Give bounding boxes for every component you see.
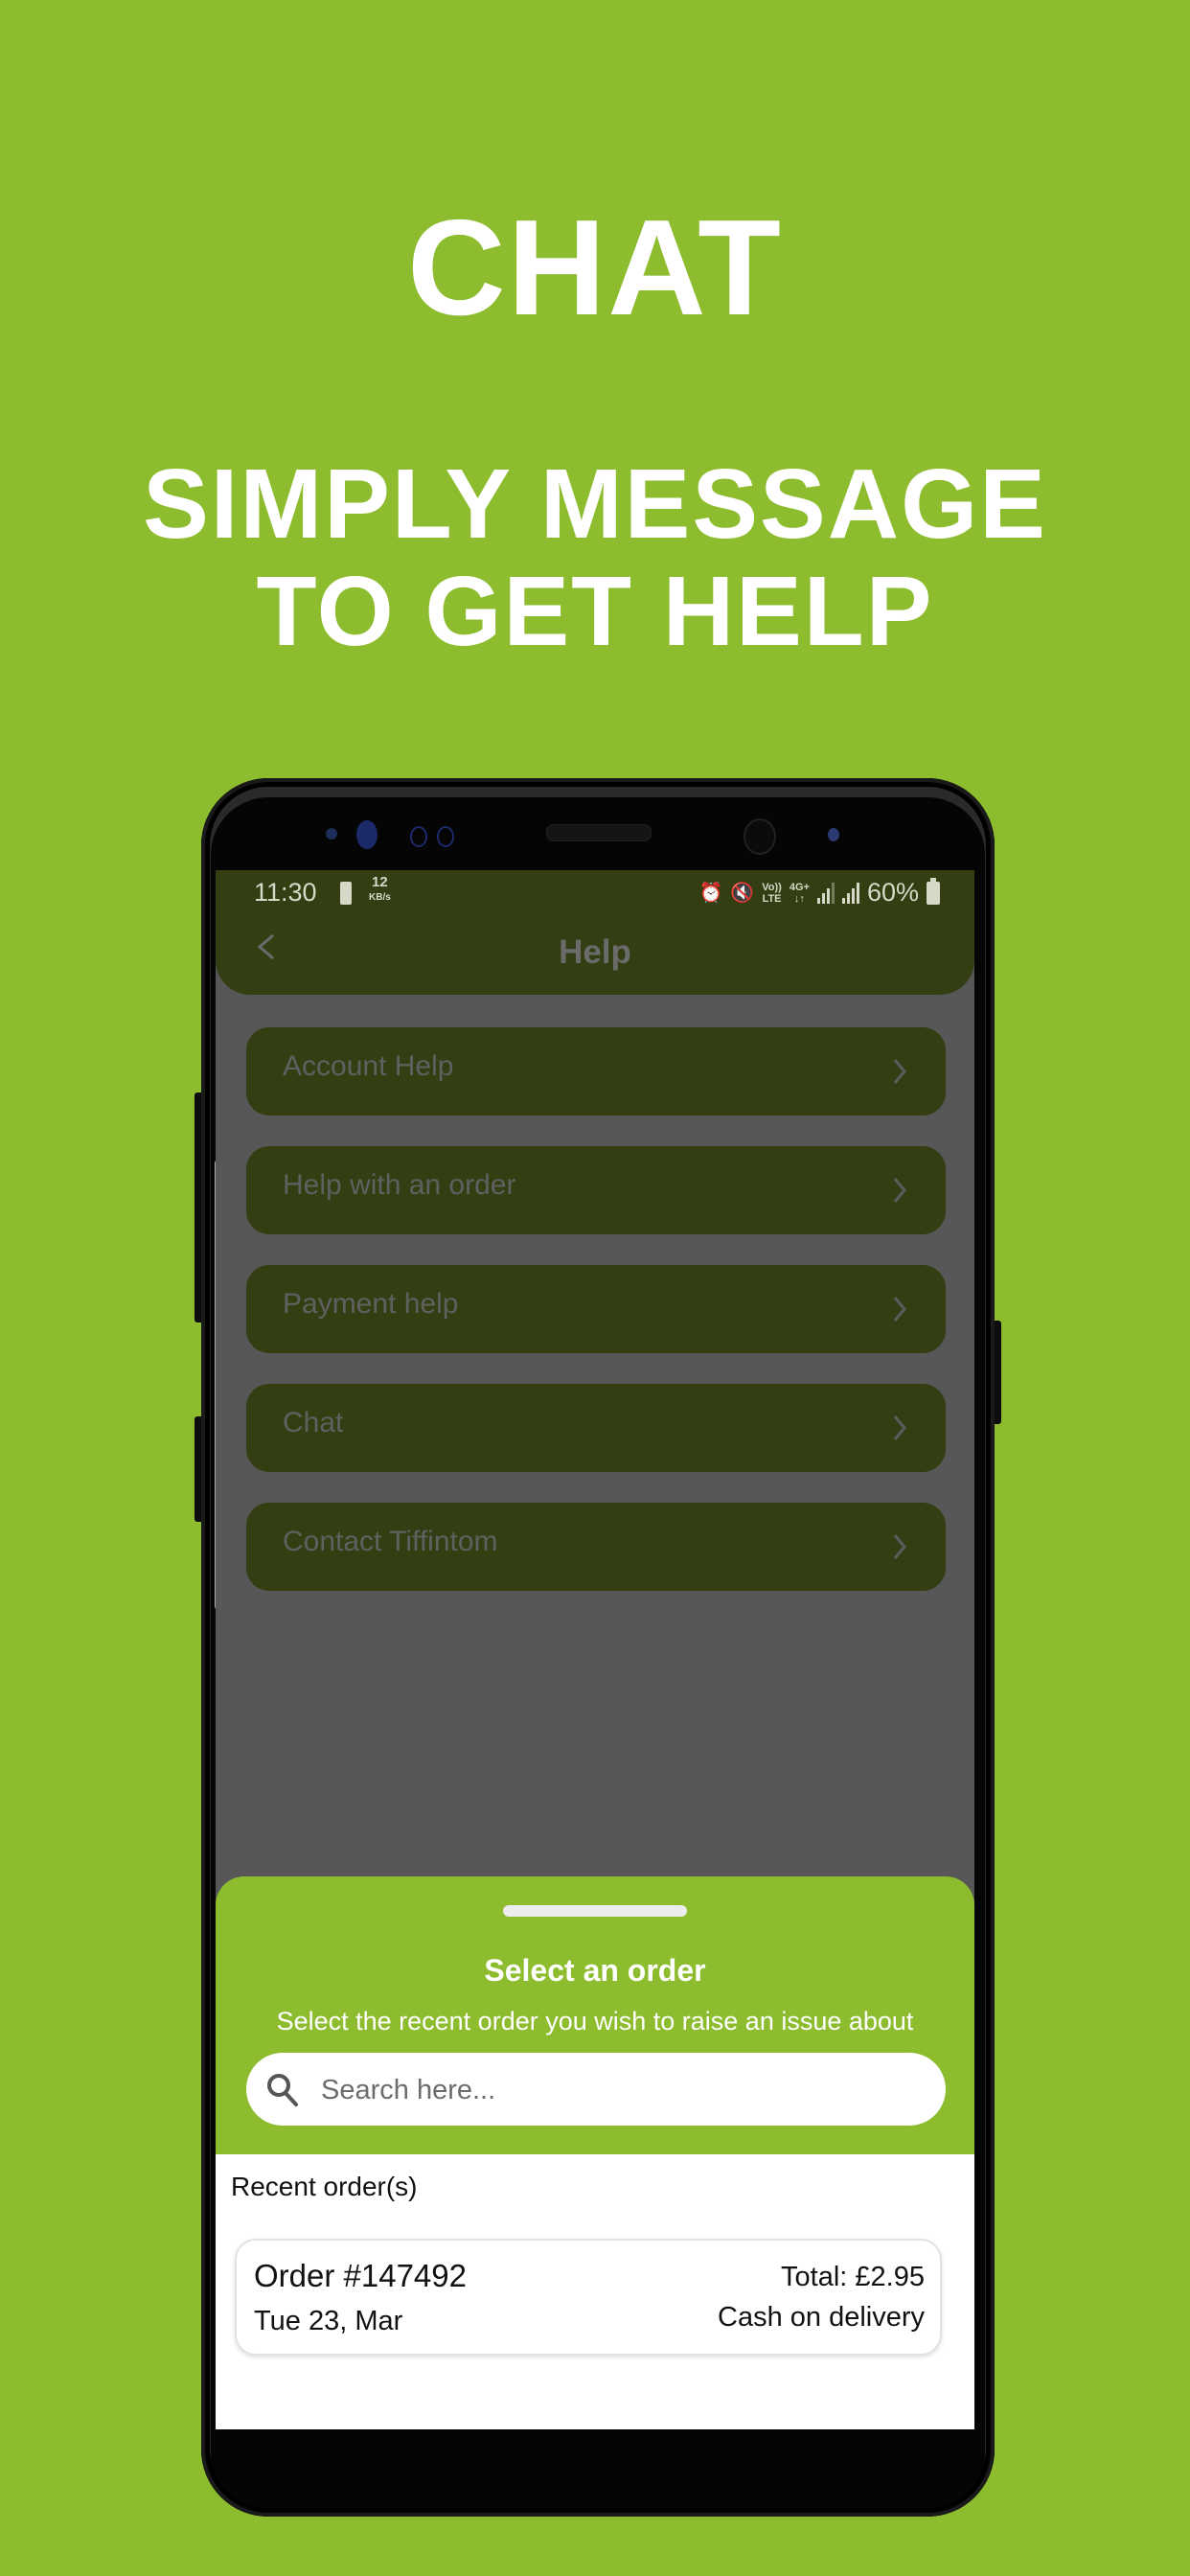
menu-item-label: Payment help (283, 1288, 459, 1320)
sensor-ring-icon (410, 826, 427, 847)
menu-item-label: Contact Tiffintom (283, 1526, 498, 1557)
promo-title: CHAT (407, 192, 783, 344)
net-speed-unit: KB/s (369, 892, 391, 903)
volte-label-top: Vo)) (762, 881, 782, 893)
sheet-title: Select an order (484, 1953, 706, 1988)
menu-item-label: Account Help (283, 1050, 454, 1082)
4g-icon: 4G+ ↓↑ (790, 882, 810, 905)
battery-icon (927, 877, 940, 905)
sheet-subtitle: Select the recent order you wish to rais… (276, 2007, 914, 2036)
order-id: Order #147492 (254, 2258, 467, 2293)
signal-icon (816, 882, 835, 904)
search-input[interactable] (319, 2064, 917, 2116)
status-bar: 11:30 12 KB/s ⏰ 🔇 Vo)) LTE 4G+ ↓↑ 60% (216, 870, 974, 918)
chevron-right-icon (893, 1534, 906, 1559)
network-label-top: 4G+ (789, 881, 810, 893)
search-field[interactable] (246, 2053, 946, 2126)
order-card[interactable]: Order #147492 Tue 23, Mar Total: £2.95 C… (235, 2239, 942, 2356)
menu-item-account-help[interactable]: Account Help (246, 1027, 946, 1116)
order-payment-method: Cash on delivery (718, 2302, 925, 2333)
promo-subtitle-line-2: TO GET HELP (256, 556, 934, 666)
search-icon (267, 2074, 298, 2106)
mute-vibrate-icon: 🔇 (730, 883, 755, 904)
promo-subtitle-line-1: SIMPLY MESSAGE (143, 448, 1047, 559)
volte-icon: Vo)) LTE (762, 882, 782, 905)
menu-item-label: Chat (283, 1407, 344, 1438)
help-menu: Account Help Help with an order Payment … (246, 1027, 946, 1622)
app-bar: 11:30 12 KB/s ⏰ 🔇 Vo)) LTE 4G+ ↓↑ 60% He… (216, 870, 974, 995)
recent-orders-label: Recent order(s) (231, 2172, 418, 2201)
status-time: 11:30 (254, 878, 317, 907)
order-total: Total: £2.95 (781, 2262, 925, 2292)
volte-label-bottom: LTE (762, 892, 782, 905)
signal-icon (841, 882, 859, 904)
sheet-body: Recent order(s) Order #147492 Tue 23, Ma… (216, 2154, 974, 2429)
phone-sensors (201, 778, 995, 870)
chevron-right-icon (893, 1178, 906, 1203)
promo-subtitle: SIMPLY MESSAGE TO GET HELP (0, 450, 1190, 665)
menu-item-help-with-order[interactable]: Help with an order (246, 1146, 946, 1234)
menu-item-chat[interactable]: Chat (246, 1384, 946, 1472)
menu-item-payment-help[interactable]: Payment help (246, 1265, 946, 1353)
battery-percent: 60% (866, 878, 919, 907)
front-camera-icon (744, 818, 776, 855)
sensor-ring-icon (437, 826, 454, 847)
chevron-right-icon (893, 1297, 906, 1322)
sheet-header: Select an order Select the recent order … (216, 1876, 974, 2154)
net-speed-value: 12 (372, 874, 388, 890)
phone-screen: 11:30 12 KB/s ⏰ 🔇 Vo)) LTE 4G+ ↓↑ 60% He… (216, 870, 974, 2429)
status-icons: ⏰ 🔇 Vo)) LTE 4G+ ↓↑ 60% (698, 877, 940, 908)
menu-item-contact[interactable]: Contact Tiffintom (246, 1503, 946, 1591)
select-order-sheet: Select an order Select the recent order … (216, 1876, 974, 2429)
order-date: Tue 23, Mar (254, 2306, 403, 2336)
chevron-right-icon (893, 1059, 906, 1084)
sheet-drag-handle[interactable] (503, 1905, 687, 1917)
net-speed: 12 KB/s (369, 875, 391, 906)
chevron-right-icon (893, 1415, 906, 1440)
menu-item-label: Help with an order (283, 1169, 516, 1201)
page-title: Help (559, 933, 631, 971)
alarm-icon: ⏰ (698, 883, 723, 904)
earpiece-speaker (546, 824, 652, 841)
iris-sensor-icon (356, 820, 378, 849)
iris-camera-icon (828, 828, 839, 841)
proximity-sensor-icon (326, 828, 337, 840)
network-label-bottom: ↓↑ (793, 892, 805, 905)
battery-saver-icon (340, 882, 352, 905)
